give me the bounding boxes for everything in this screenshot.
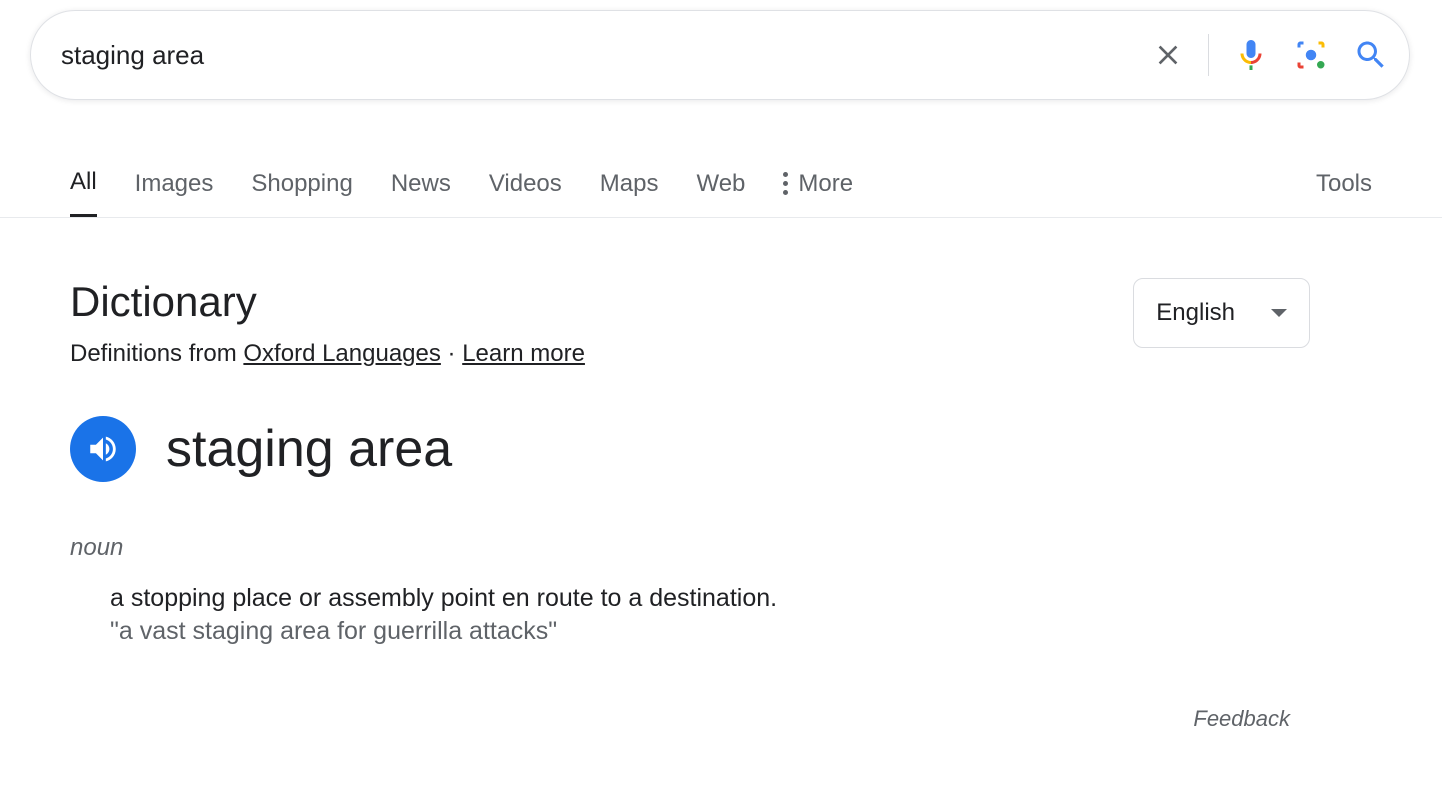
tab-shopping[interactable]: Shopping [251,152,352,216]
tab-images[interactable]: Images [135,152,214,216]
separator: · [441,340,462,367]
tab-videos[interactable]: Videos [489,152,562,216]
divider [1208,34,1209,76]
clear-icon[interactable] [1152,39,1184,71]
voice-search-icon[interactable] [1233,37,1269,73]
main-content: Dictionary Definitions from Oxford Langu… [0,218,1380,792]
tab-news[interactable]: News [391,152,451,216]
search-input[interactable] [61,40,1152,71]
search-icon[interactable] [1353,37,1389,73]
lens-search-icon[interactable] [1293,37,1329,73]
tab-more-label: More [798,170,853,198]
definition-text: a stopping place or assembly point en ro… [110,584,1310,613]
dictionary-heading: Dictionary [70,278,585,326]
learn-more-link[interactable]: Learn more [462,340,585,367]
language-label: English [1156,299,1235,327]
search-bar [30,10,1410,100]
tab-all[interactable]: All [70,150,97,217]
word-headword: staging area [166,419,452,479]
speaker-icon [86,432,120,466]
example-text: "a vast staging area for guerrilla attac… [110,617,1310,646]
part-of-speech: noun [70,534,1310,562]
tab-web[interactable]: Web [696,152,745,216]
source-link[interactable]: Oxford Languages [243,340,440,367]
chevron-down-icon [1271,309,1287,317]
feedback-link[interactable]: Feedback [70,706,1310,732]
definitions-prefix: Definitions from [70,340,243,367]
tab-more[interactable]: More [783,152,853,216]
tabs-bar: All Images Shopping News Videos Maps Web… [0,150,1442,218]
more-dots-icon [783,172,788,195]
language-selector[interactable]: English [1133,278,1310,348]
dictionary-subtitle: Definitions from Oxford Languages · Lear… [70,340,585,368]
tools-button[interactable]: Tools [1316,152,1372,216]
pronounce-button[interactable] [70,416,136,482]
tab-maps[interactable]: Maps [600,152,659,216]
